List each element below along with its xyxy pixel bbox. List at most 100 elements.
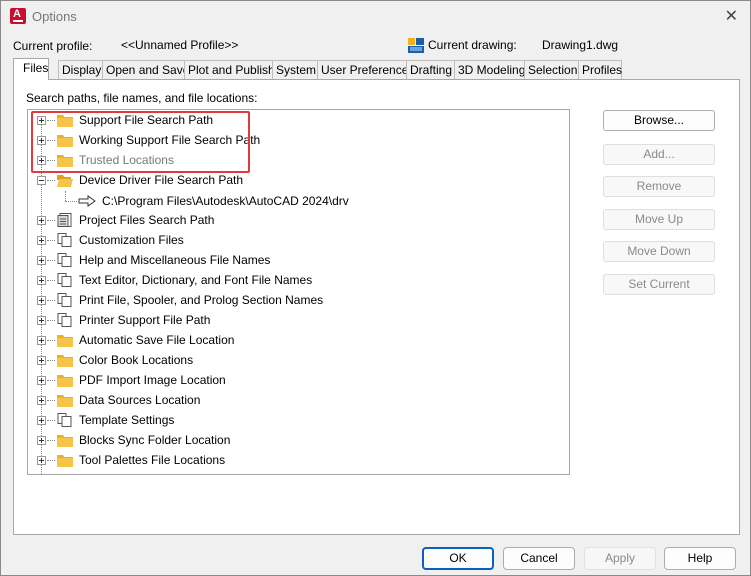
tree-item-label: Blocks Sync Folder Location	[79, 433, 231, 447]
tab-files[interactable]: Files	[13, 58, 49, 80]
files-icon	[57, 253, 72, 267]
expand-plus-icon[interactable]	[37, 376, 46, 385]
tree-item-color-book-locations[interactable]: Color Book Locations	[28, 350, 558, 370]
tree-item-help-and-misc-file-names[interactable]: Help and Miscellaneous File Names	[28, 250, 558, 270]
tree-item-label: Text Editor, Dictionary, and Font File N…	[79, 273, 313, 287]
expand-plus-icon[interactable]	[37, 356, 46, 365]
document-icon	[57, 213, 72, 227]
expand-plus-icon[interactable]	[37, 276, 46, 285]
tree-item-label: Printer Support File Path	[79, 313, 211, 327]
tree-item-data-sources-location[interactable]: Data Sources Location	[28, 390, 558, 410]
tree-item-pdf-import-image-location[interactable]: PDF Import Image Location	[28, 370, 558, 390]
folder-icon	[57, 435, 73, 447]
expand-plus-icon[interactable]	[37, 336, 46, 345]
folder-icon	[57, 355, 73, 367]
arrow-right-icon	[78, 195, 96, 207]
apply-button[interactable]: Apply	[584, 547, 656, 570]
files-tab-panel: Search paths, file names, and file locat…	[13, 79, 740, 535]
drawing-file-icon	[408, 38, 424, 53]
tree-item-working-support-file-search-path[interactable]: Working Support File Search Path	[28, 130, 558, 150]
tree-item-template-settings[interactable]: Template Settings	[28, 410, 558, 430]
expand-plus-icon[interactable]	[37, 316, 46, 325]
tab-open-and-save[interactable]: Open and Save	[102, 60, 189, 79]
tree-item-label: Data Sources Location	[79, 393, 201, 407]
tree-item-label: Tool Palettes File Locations	[79, 453, 226, 467]
tree-item-label: Print File, Spooler, and Prolog Section …	[79, 293, 324, 307]
expand-plus-icon[interactable]	[37, 256, 46, 265]
tree-item-label: Customization Files	[79, 233, 184, 247]
tree-item-label: Project Files Search Path	[79, 213, 215, 227]
tree-item-trusted-locations[interactable]: Trusted Locations	[28, 150, 558, 170]
tree-item-print-file-spooler-prolog[interactable]: Print File, Spooler, and Prolog Section …	[28, 290, 558, 310]
tab-system[interactable]: System	[272, 60, 318, 79]
current-drawing-value: Drawing1.dwg	[542, 38, 619, 52]
close-icon[interactable]: ✕	[725, 6, 738, 25]
tree-item-support-file-search-path[interactable]: Support File Search Path	[28, 110, 558, 130]
tree-item-label: Support File Search Path	[79, 113, 214, 127]
tab-plot-and-publish[interactable]: Plot and Publish	[184, 60, 275, 79]
folder-icon	[57, 455, 73, 467]
tree-child-driver-path[interactable]: C:\Program Files\Autodesk\AutoCAD 2024\d…	[28, 191, 558, 211]
browse-button[interactable]: Browse...	[603, 110, 715, 131]
help-button[interactable]: Help	[664, 547, 736, 570]
tab-drafting[interactable]: Drafting	[406, 60, 455, 79]
expand-plus-icon[interactable]	[37, 416, 46, 425]
expand-plus-icon[interactable]	[37, 136, 46, 145]
expand-plus-icon[interactable]	[37, 296, 46, 305]
move-up-button[interactable]: Move Up	[603, 209, 715, 230]
ok-button[interactable]: OK	[422, 547, 494, 570]
tree-item-label: Template Settings	[79, 413, 175, 427]
autocad-logo-icon	[10, 8, 26, 24]
files-icon	[57, 233, 72, 247]
files-icon	[57, 273, 72, 287]
window-title: Options	[32, 9, 77, 24]
title-bar: Options ✕	[1, 1, 750, 32]
tree-item-label: Automatic Save File Location	[79, 333, 235, 347]
tab-3d-modeling[interactable]: 3D Modeling	[454, 60, 525, 79]
expand-plus-icon[interactable]	[37, 216, 46, 225]
tree-item-label: Device Driver File Search Path	[79, 173, 244, 187]
cancel-button[interactable]: Cancel	[503, 547, 575, 570]
tree-item-text-editor-dictionary-font[interactable]: Text Editor, Dictionary, and Font File N…	[28, 270, 558, 290]
tree-item-blocks-sync-folder-location[interactable]: Blocks Sync Folder Location	[28, 430, 558, 450]
collapse-minus-icon[interactable]	[37, 176, 46, 185]
tree-item-automatic-save-file-location[interactable]: Automatic Save File Location	[28, 330, 558, 350]
current-profile-label: Current profile:	[13, 39, 93, 53]
current-drawing-label: Current drawing:	[428, 38, 517, 52]
tab-user-preferences[interactable]: User Preferences	[317, 60, 414, 79]
folder-icon	[57, 375, 73, 387]
tree-item-label: Help and Miscellaneous File Names	[79, 253, 271, 267]
folder-icon	[57, 395, 73, 407]
expand-plus-icon[interactable]	[37, 236, 46, 245]
set-current-button[interactable]: Set Current	[603, 274, 715, 295]
tree-item-device-driver-file-search-path[interactable]: Device Driver File Search Path	[28, 170, 558, 190]
current-profile-value: <<Unnamed Profile>>	[121, 38, 239, 52]
expand-plus-icon[interactable]	[37, 456, 46, 465]
move-down-button[interactable]: Move Down	[603, 241, 715, 262]
folder-icon	[57, 335, 73, 347]
folder-icon	[57, 115, 73, 127]
tree-child-label: C:\Program Files\Autodesk\AutoCAD 2024\d…	[102, 194, 349, 208]
remove-button[interactable]: Remove	[603, 176, 715, 197]
expand-plus-icon[interactable]	[37, 156, 46, 165]
expand-plus-icon[interactable]	[37, 116, 46, 125]
tab-profiles[interactable]: Profiles	[578, 60, 622, 79]
tree-item-label: Working Support File Search Path	[79, 133, 261, 147]
file-locations-tree[interactable]: Support File Search Path Working Support…	[27, 109, 570, 475]
add-button[interactable]: Add...	[603, 144, 715, 165]
folder-icon	[57, 155, 73, 167]
files-icon	[57, 293, 72, 307]
tab-selection[interactable]: Selection	[524, 60, 579, 79]
tree-item-label: Color Book Locations	[79, 353, 194, 367]
files-icon	[57, 313, 72, 327]
tree-item-tool-palettes-file-locations[interactable]: Tool Palettes File Locations	[28, 450, 558, 470]
tree-item-customization-files[interactable]: Customization Files	[28, 230, 558, 250]
tree-item-project-files-search-path[interactable]: Project Files Search Path	[28, 210, 558, 230]
tree-item-printer-support-file-path[interactable]: Printer Support File Path	[28, 310, 558, 330]
files-icon	[57, 413, 72, 427]
tab-display[interactable]: Display	[58, 60, 103, 79]
folder-icon	[57, 135, 73, 147]
expand-plus-icon[interactable]	[37, 396, 46, 405]
expand-plus-icon[interactable]	[37, 436, 46, 445]
tree-item-label: Trusted Locations	[79, 153, 174, 167]
